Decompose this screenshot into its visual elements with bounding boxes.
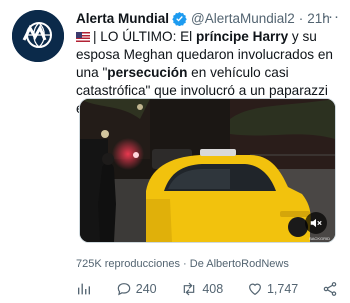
author-handle[interactable]: @AlertaMundial2 bbox=[191, 11, 295, 26]
author-name[interactable]: Alerta Mundial bbox=[76, 11, 169, 26]
volume-off-icon bbox=[310, 218, 322, 228]
view-count: 725K reproducciones · De AlbertoRodNews bbox=[76, 258, 289, 270]
action-bar: 240 408 1,747 bbox=[76, 280, 338, 298]
video-thumbnail bbox=[80, 99, 335, 242]
tweet-text-bold: príncipe Harry bbox=[195, 29, 289, 44]
like-icon bbox=[249, 283, 261, 296]
reply-count: 240 bbox=[135, 282, 157, 296]
video-player[interactable]: BACKGRID bbox=[79, 98, 336, 243]
analytics-button[interactable] bbox=[76, 281, 92, 297]
retweet-button[interactable]: 408 bbox=[180, 281, 223, 297]
header-separator: · bbox=[298, 10, 304, 26]
retweet-count: 408 bbox=[202, 282, 224, 296]
verified-icon bbox=[172, 11, 187, 26]
reply-button[interactable]: 240 bbox=[116, 281, 157, 297]
views-separator: · bbox=[183, 258, 187, 270]
reply-icon bbox=[117, 283, 131, 296]
mute-button[interactable] bbox=[305, 212, 327, 234]
share-icon bbox=[323, 282, 337, 296]
analytics-icon bbox=[78, 283, 90, 295]
more-options-button[interactable]: ··· bbox=[322, 8, 340, 25]
share-button[interactable] bbox=[322, 281, 338, 297]
tweet-header: Alerta Mundial @AlertaMundial2 · 21h ··· bbox=[76, 8, 340, 28]
video-author-link[interactable]: AlbertoRodNews bbox=[206, 258, 289, 270]
like-button[interactable]: 1,747 bbox=[247, 281, 298, 297]
tweet-text-bold: persecución bbox=[107, 65, 188, 80]
tweet-text-part: | LO ÚLTIMO: El bbox=[93, 29, 196, 44]
us-flag-icon bbox=[76, 32, 90, 42]
retweet-icon bbox=[184, 282, 195, 296]
alerta-mundial-logo bbox=[12, 10, 64, 62]
like-count: 1,747 bbox=[266, 282, 299, 296]
views-from-label: De bbox=[189, 258, 204, 270]
view-count-text: 725K reproducciones bbox=[76, 258, 180, 270]
video-watermark: BACKGRID bbox=[309, 236, 330, 241]
avatar[interactable] bbox=[12, 10, 64, 62]
